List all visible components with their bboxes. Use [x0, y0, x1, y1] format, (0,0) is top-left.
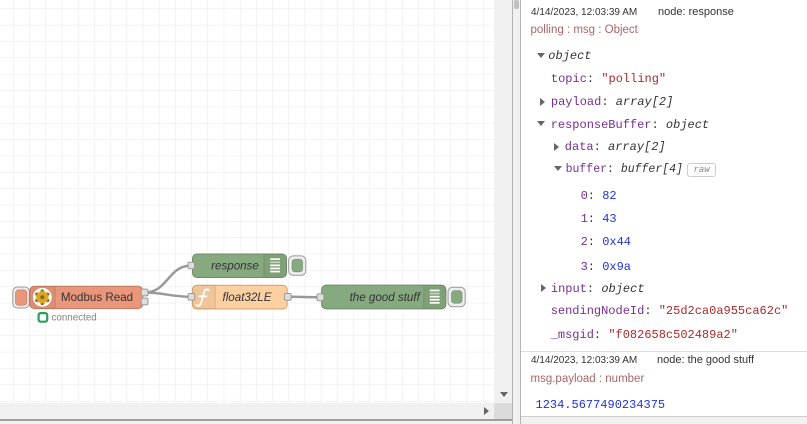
svg-text:Modbus Read: Modbus Read: [61, 291, 133, 304]
svg-text:connected: connected: [52, 313, 97, 324]
svg-text:float32LE: float32LE: [223, 291, 272, 304]
svg-text:response: response: [211, 260, 259, 273]
svg-text:the good stuff: the good stuff: [350, 291, 422, 304]
